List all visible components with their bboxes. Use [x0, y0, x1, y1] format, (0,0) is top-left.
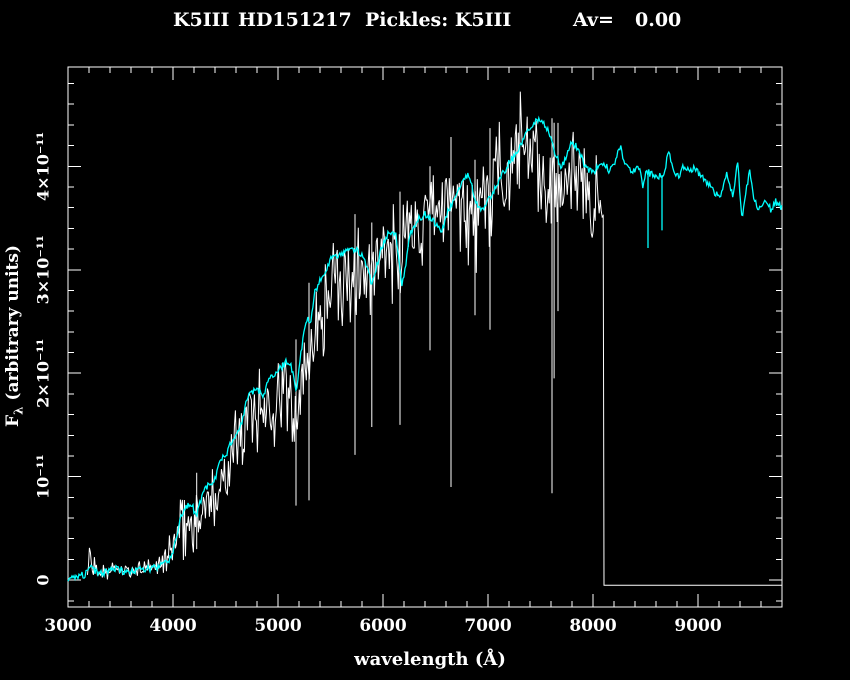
- x-tick-label: 8000: [569, 616, 616, 636]
- x-axis-title: wavelength (Å): [330, 649, 530, 670]
- y-axis-symbol: F: [3, 415, 23, 427]
- y-axis-units: (arbitrary units): [3, 245, 23, 407]
- x-tick-label: 5000: [254, 616, 301, 636]
- axis-ticks: [68, 67, 782, 607]
- x-tick-label: 7000: [464, 616, 511, 636]
- y-tick-label: 3×10⁻¹¹: [34, 235, 53, 304]
- x-tick-label: 3000: [44, 616, 91, 636]
- y-axis-subscript: λ: [11, 407, 25, 415]
- figure: K5III HD151217 Pickles: K5III Av= 0.00 3…: [0, 0, 850, 680]
- y-tick-label: 4×10⁻¹¹: [34, 132, 53, 201]
- template-spectrum-line: [68, 118, 782, 581]
- y-axis-title: Fλ (arbitrary units): [3, 226, 25, 446]
- observed-absorption-lines: [197, 118, 558, 549]
- observed-spectrum-line: [87, 92, 782, 586]
- y-tick-label: 2×10⁻¹¹: [34, 339, 53, 408]
- plot-border: [68, 67, 782, 607]
- y-tick-label: 10⁻¹¹: [34, 454, 53, 499]
- y-tick-label: 0: [34, 575, 53, 586]
- x-tick-label: 9000: [674, 616, 721, 636]
- x-tick-label: 4000: [149, 616, 196, 636]
- x-tick-label: 6000: [359, 616, 406, 636]
- spectrum-plot: 3000 4000 5000 6000 7000 8000 9000 0 10⁻¹¹ 2×10⁻¹…: [0, 0, 850, 680]
- template-absorption-lines: [648, 172, 662, 248]
